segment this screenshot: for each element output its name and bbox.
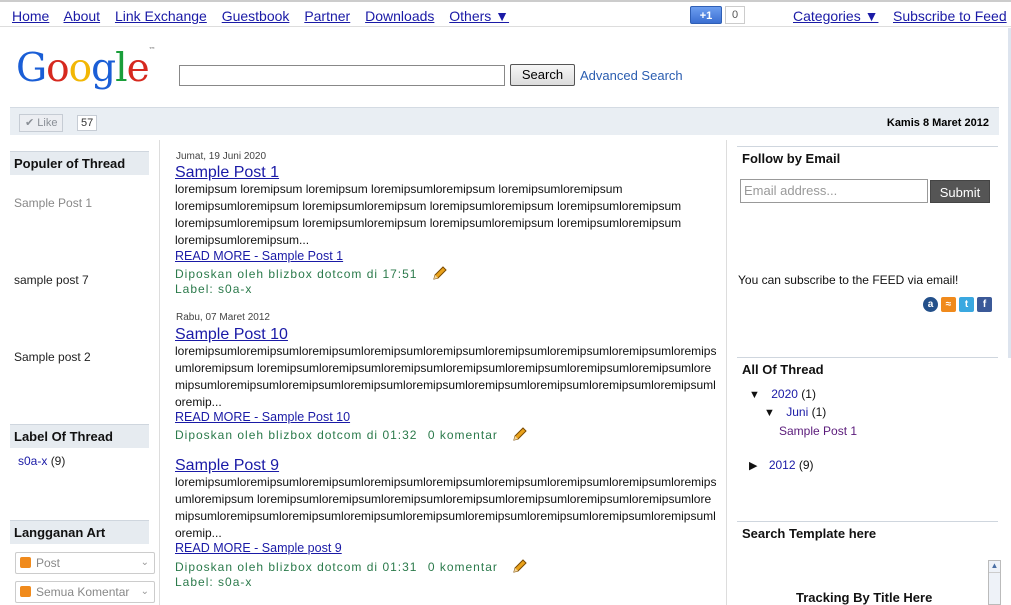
follow-heading: Follow by Email: [737, 146, 998, 166]
post-title[interactable]: Sample Post 1: [175, 164, 279, 182]
popular-post-2[interactable]: sample post 7: [14, 273, 89, 287]
post-label[interactable]: Label: s0a-x: [175, 575, 252, 589]
tracking-title: Tracking By Title Here: [796, 590, 933, 605]
search-template-heading: Search Template here: [737, 521, 998, 541]
left-divider: [159, 140, 160, 605]
comments-link[interactable]: 0 komentar: [428, 428, 498, 442]
post-author: Diposkan oleh blizbox dotcom di: [175, 560, 379, 574]
nav-home[interactable]: Home: [12, 8, 49, 24]
archive-juni-link[interactable]: Juni: [786, 405, 808, 419]
plusone-button[interactable]: +1: [690, 6, 722, 24]
post-body: loremipsumloremipsumloremipsumloremipsum…: [175, 475, 717, 540]
submit-button[interactable]: Submit: [930, 180, 990, 203]
post-time-link[interactable]: 01:31: [382, 560, 417, 574]
read-more-link[interactable]: READ MORE - Sample Post 1: [175, 249, 343, 263]
popular-post-3[interactable]: Sample post 2: [14, 350, 91, 364]
post-feed-select[interactable]: Post ⌄: [15, 552, 155, 574]
label-count: (9): [50, 454, 66, 468]
archive-heading: All Of Thread: [737, 357, 998, 377]
archive-juni-count: (1): [811, 405, 827, 419]
blogger-icon[interactable]: a: [923, 297, 938, 312]
chevron-down-icon: ⌄: [140, 557, 149, 568]
archive-2020-link[interactable]: 2020: [771, 387, 798, 401]
top-navigation: Home About Link Exchange Guestbook Partn…: [0, 0, 1011, 27]
edit-pencil-icon[interactable]: [512, 426, 528, 442]
archive-post-link[interactable]: Sample Post 1: [779, 424, 857, 438]
archive-year-2012: ▶ 2012 (9): [749, 458, 814, 472]
nav-about[interactable]: About: [63, 8, 100, 24]
like-button[interactable]: ✔ Like: [19, 114, 64, 132]
label-item: s0a-x (9): [18, 454, 65, 468]
nav-guestbook[interactable]: Guestbook: [222, 8, 290, 24]
advanced-search-link[interactable]: Advanced Search: [580, 68, 683, 83]
post-body: loremipsumloremipsumloremipsumloremipsum…: [175, 344, 717, 409]
post-date: Jumat, 19 Juni 2020: [176, 151, 267, 162]
post-title[interactable]: Sample Post 10: [175, 326, 288, 344]
edit-pencil-icon[interactable]: [432, 265, 448, 281]
label-link[interactable]: s0a-x: [18, 454, 47, 468]
read-more-link[interactable]: READ MORE - Sample Post 10: [175, 410, 350, 424]
plusone-widget: +1 0: [690, 6, 745, 24]
expand-triangle-icon[interactable]: ▼: [749, 389, 760, 401]
email-field[interactable]: Email address...: [740, 179, 928, 203]
post-time-link[interactable]: 01:32: [382, 428, 417, 442]
subscribe-to-feed-link[interactable]: Subscribe to Feed: [893, 8, 1007, 24]
label-heading: Label Of Thread: [10, 424, 149, 448]
nav-links: Home About Link Exchange Guestbook Partn…: [12, 8, 520, 24]
tracking-scrollbar[interactable]: ▲: [988, 560, 1001, 605]
rss-icon[interactable]: ≈: [941, 297, 956, 312]
post-meta: Diposkan oleh blizbox dotcom di 01:31 0 …: [175, 558, 528, 574]
popular-post-1[interactable]: Sample Post 1: [14, 196, 92, 210]
right-divider: [726, 140, 727, 605]
expand-triangle-icon[interactable]: ▼: [764, 407, 775, 419]
social-icons: a ≈ t f: [920, 297, 992, 312]
archive-2020-count: (1): [801, 387, 816, 401]
post-author: Diposkan oleh blizbox dotcom di: [175, 428, 379, 442]
subscribe-heading: Langganan Art: [10, 520, 149, 544]
post-label[interactable]: Label: s0a-x: [175, 282, 252, 296]
twitter-icon[interactable]: t: [959, 297, 974, 312]
post-date: Rabu, 07 Maret 2012: [176, 312, 270, 323]
like-count: 57: [77, 115, 98, 131]
nav-partner[interactable]: Partner: [304, 8, 350, 24]
nav-others-dropdown[interactable]: Others ▼: [449, 8, 509, 24]
post-title[interactable]: Sample Post 9: [175, 457, 279, 475]
post-feed-label: Post: [36, 556, 61, 570]
post-meta: Diposkan oleh blizbox dotcom di 17:51: [175, 265, 448, 281]
archive-2012-link[interactable]: 2012: [769, 458, 796, 472]
popular-heading: Populer of Thread: [10, 151, 149, 175]
post-author: Diposkan oleh blizbox dotcom di: [175, 267, 379, 281]
categories-dropdown[interactable]: Categories ▼: [793, 8, 878, 24]
scroll-up-icon[interactable]: ▲: [989, 561, 1000, 573]
archive-2012-count: (9): [798, 458, 814, 472]
post-time-link[interactable]: 17:51: [382, 267, 417, 281]
comments-feed-select[interactable]: Semua Komentar ⌄: [15, 581, 155, 603]
edit-pencil-icon[interactable]: [512, 558, 528, 574]
post-meta: Diposkan oleh blizbox dotcom di 01:32 0 …: [175, 426, 528, 442]
read-more-link[interactable]: READ MORE - Sample post 9: [175, 541, 342, 555]
archive-month-juni: ▼ Juni (1): [764, 405, 826, 419]
google-logo: Google™: [16, 46, 156, 91]
search-input[interactable]: [179, 65, 505, 86]
nav-link-exchange[interactable]: Link Exchange: [115, 8, 207, 24]
archive-post: Sample Post 1: [779, 424, 857, 438]
like-bar: ✔ Like 57 Kamis 8 Maret 2012: [10, 107, 999, 135]
feed-icon: [20, 586, 31, 597]
post-body: loremipsum loremipsum loremipsum loremip…: [175, 182, 682, 247]
current-date: Kamis 8 Maret 2012: [886, 117, 989, 129]
feed-note: You can subscribe to the FEED via email!: [738, 273, 959, 287]
comments-link[interactable]: 0 komentar: [428, 560, 498, 574]
comments-feed-label: Semua Komentar: [36, 585, 130, 599]
search-button[interactable]: Search: [510, 64, 575, 86]
archive-year-2020: ▼ 2020 (1): [749, 387, 816, 401]
collapse-triangle-icon[interactable]: ▶: [749, 460, 757, 472]
feed-icon: [20, 557, 31, 568]
chevron-down-icon: ⌄: [140, 586, 149, 597]
nav-downloads[interactable]: Downloads: [365, 8, 434, 24]
facebook-icon[interactable]: f: [977, 297, 992, 312]
plusone-count: 0: [725, 6, 745, 24]
